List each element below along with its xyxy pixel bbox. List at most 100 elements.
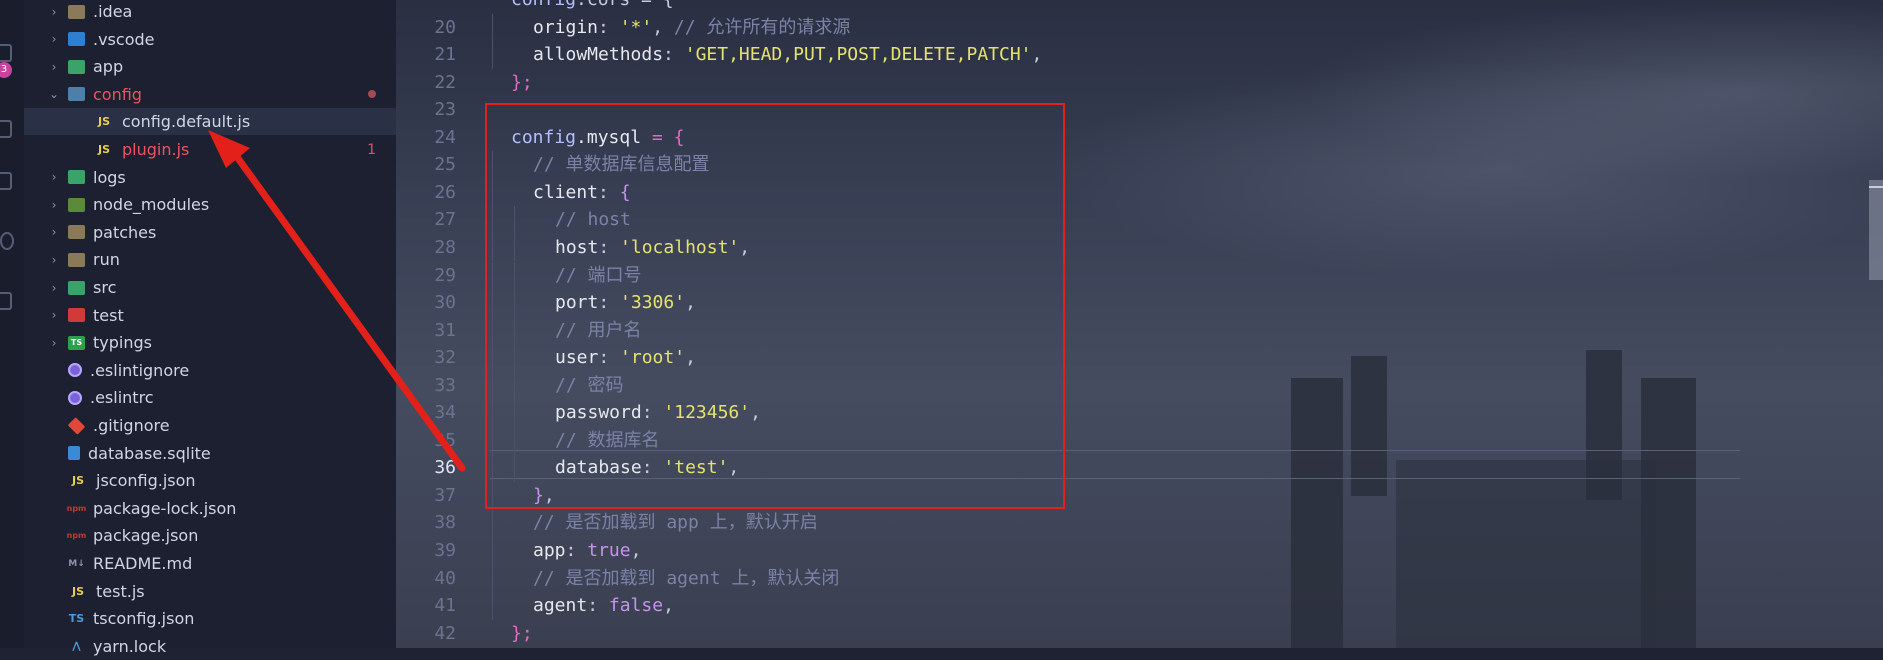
code-line[interactable]: 27 // host xyxy=(396,206,1746,233)
code-line[interactable]: 39 app: true, xyxy=(396,537,1746,564)
tree-item-label: test xyxy=(93,305,124,325)
code-token: .cors = { xyxy=(576,0,674,10)
chevron-right-icon[interactable]: › xyxy=(46,336,62,350)
code-content: // 是否加载到 agent 上，默认关闭 xyxy=(533,565,839,592)
tree-item[interactable]: .eslintrc xyxy=(24,384,396,411)
chevron-right-icon[interactable]: › xyxy=(46,281,62,295)
code-editor[interactable]: config.cors = {20origin: '*', // 允许所有的请求… xyxy=(396,0,1883,648)
tree-item[interactable]: › patches xyxy=(24,219,396,246)
chevron-right-icon[interactable]: › xyxy=(46,253,62,267)
line-number: 33 xyxy=(434,374,456,396)
code-line[interactable]: 28 host: 'localhost', xyxy=(396,234,1746,261)
code-line[interactable]: 35 // 数据库名 xyxy=(396,427,1746,454)
tree-item[interactable]: › logs xyxy=(24,164,396,191)
tree-item[interactable]: JS jsconfig.json xyxy=(24,467,396,494)
tree-item[interactable]: M↓ README.md xyxy=(24,550,396,577)
tree-item-label: src xyxy=(93,278,117,297)
tree-item[interactable]: › TS typings xyxy=(24,329,396,356)
tree-item[interactable]: JS plugin.js 1 xyxy=(24,136,396,163)
chevron-right-icon[interactable]: › xyxy=(46,170,62,184)
code-line[interactable]: config.cors = { xyxy=(396,0,1746,13)
code-line[interactable]: 37}, xyxy=(396,482,1746,509)
code-line[interactable]: 23 xyxy=(396,96,1746,123)
tree-item[interactable]: .eslintignore xyxy=(24,357,396,384)
code-token: origin xyxy=(533,16,599,38)
code-content: origin: '*', // 允许所有的请求源 xyxy=(533,14,850,41)
tree-item[interactable]: ⌄ config xyxy=(24,81,396,108)
code-line[interactable]: 30 port: '3306', xyxy=(396,289,1746,316)
tree-item[interactable]: JS test.js xyxy=(24,578,396,605)
code-line[interactable]: 33 // 密码 xyxy=(396,372,1746,399)
code-token: database xyxy=(555,457,642,479)
code-token: // 数据库名 xyxy=(555,429,660,451)
extensions-icon[interactable] xyxy=(0,232,14,250)
tree-item[interactable]: TS tsconfig.json xyxy=(24,605,396,632)
code-token: true xyxy=(587,540,631,561)
code-line[interactable]: 29 // 端口号 xyxy=(396,262,1746,289)
chevron-down-icon[interactable]: ⌄ xyxy=(46,87,62,101)
tree-item[interactable]: › src xyxy=(24,274,396,301)
tree-item[interactable]: › .idea xyxy=(24,0,396,25)
chevron-right-icon[interactable]: › xyxy=(46,225,62,239)
tree-item[interactable]: › run xyxy=(24,246,396,273)
code-line[interactable]: 42}; xyxy=(396,620,1746,647)
tree-item-label: yarn.lock xyxy=(93,636,167,656)
code-line[interactable]: 31 // 用户名 xyxy=(396,317,1746,344)
line-number: 37 xyxy=(434,484,456,506)
tree-item[interactable]: › app xyxy=(24,53,396,80)
remote-icon[interactable] xyxy=(0,292,12,310)
scrollbar-marker xyxy=(1869,186,1883,188)
code-line[interactable]: 34 password: '123456', xyxy=(396,399,1746,426)
tree-item[interactable]: › node_modules xyxy=(24,191,396,218)
tree-item[interactable]: npm package.json xyxy=(24,522,396,549)
code-line[interactable]: 41 agent: false, xyxy=(396,592,1746,619)
tree-item[interactable]: JS config.default.js xyxy=(24,108,396,136)
chevron-right-icon[interactable]: › xyxy=(46,5,62,19)
code-token: 'root' xyxy=(620,347,686,369)
code-line[interactable]: 38 // 是否加载到 app 上，默认开启 xyxy=(396,509,1746,536)
search-icon[interactable] xyxy=(0,120,12,138)
tree-item-label: tsconfig.json xyxy=(93,609,195,629)
line-number: 24 xyxy=(434,126,456,148)
code-line[interactable]: 20 origin: '*', // 允许所有的请求源 xyxy=(396,14,1746,41)
run-debug-icon[interactable] xyxy=(0,172,12,190)
code-content: host: 'localhost', xyxy=(555,234,750,261)
code-token: // 是否加载到 app 上，默认开启 xyxy=(533,512,818,534)
code-line[interactable]: 40 // 是否加载到 agent 上，默认关闭 xyxy=(396,565,1746,592)
tree-item[interactable]: .gitignore xyxy=(24,412,396,439)
chevron-right-icon[interactable]: › xyxy=(46,60,62,74)
code-line[interactable]: 21 allowMethods: 'GET,HEAD,PUT,POST,DELET… xyxy=(396,41,1746,68)
code-line[interactable]: 24 config.mysql = { xyxy=(396,124,1746,151)
tree-item[interactable]: database.sqlite xyxy=(24,440,396,467)
code-line[interactable]: 36 database: 'test', xyxy=(396,454,1746,481)
code-line[interactable]: 26 client: { xyxy=(396,179,1746,206)
code-token: .mysql xyxy=(576,126,652,148)
tree-item-label: jsconfig.json xyxy=(96,471,196,491)
line-number: 21 xyxy=(434,44,456,66)
indent-guide xyxy=(492,344,493,372)
explorer-icon[interactable] xyxy=(0,44,12,62)
tree-item-label: .eslintrc xyxy=(90,388,154,408)
tree-item[interactable]: › test xyxy=(24,302,396,329)
indent-guide xyxy=(492,316,493,345)
chevron-right-icon[interactable]: › xyxy=(46,308,62,322)
indent-guide xyxy=(514,206,515,234)
vertical-scrollbar[interactable] xyxy=(1869,180,1883,280)
code-content: // 数据库名 xyxy=(555,427,660,454)
tree-item[interactable]: › .vscode xyxy=(24,26,396,53)
chevron-right-icon[interactable]: › xyxy=(46,198,62,212)
git-icon xyxy=(67,416,86,435)
code-content: // 单数据库信息配置 xyxy=(533,151,710,178)
code-token: }; xyxy=(511,622,533,644)
chevron-right-icon[interactable]: › xyxy=(46,32,62,46)
code-line[interactable]: 25 // 单数据库信息配置 xyxy=(396,151,1746,178)
tree-item[interactable]: ⋀ yarn.lock xyxy=(24,633,396,660)
line-number: 30 xyxy=(434,292,456,314)
indent-guide xyxy=(492,481,493,510)
code-line[interactable]: 22}; xyxy=(396,69,1746,96)
code-token: : xyxy=(641,402,664,424)
code-token: , xyxy=(739,236,751,258)
error-count-badge: 1 xyxy=(367,141,376,158)
code-line[interactable]: 32 user: 'root', xyxy=(396,344,1746,371)
tree-item[interactable]: npm package-lock.json xyxy=(24,495,396,522)
